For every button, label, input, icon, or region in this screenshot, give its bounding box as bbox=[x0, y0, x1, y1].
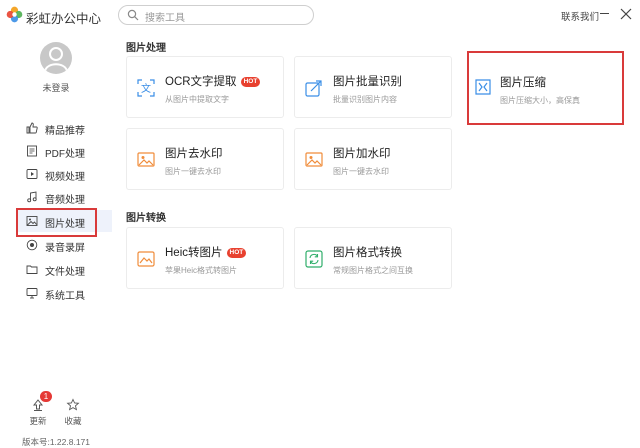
card-title: OCR文字提取 HOT bbox=[165, 73, 261, 89]
tool-card-format-convert[interactable]: 图片格式转换 常规图片格式之间互换 bbox=[294, 227, 452, 289]
tool-card-add-watermark[interactable]: 图片加水印 图片一键去水印 bbox=[294, 128, 452, 190]
update-button[interactable]: 更新 bbox=[26, 398, 50, 427]
sidebar-item-label: 图片处理 bbox=[45, 219, 85, 230]
card-title: Heic转图片 HOT bbox=[165, 244, 247, 260]
card-description: 图片一键去水印 bbox=[333, 167, 389, 176]
section-title-image-processing: 图片处理 bbox=[126, 43, 166, 54]
favorite-label: 收藏 bbox=[64, 416, 82, 426]
monitor-icon bbox=[26, 288, 38, 299]
app-logo-icon bbox=[6, 6, 23, 23]
tool-card-ocr[interactable]: 文 OCR文字提取 HOT 从图片中提取文字 bbox=[126, 56, 284, 118]
card-title: 图片格式转换 bbox=[333, 247, 402, 259]
heic-convert-icon bbox=[137, 251, 155, 267]
card-description: 苹果Heic格式转图片 bbox=[165, 266, 238, 275]
video-icon bbox=[26, 169, 38, 179]
image-icon bbox=[26, 216, 38, 226]
svg-text:文: 文 bbox=[141, 82, 151, 95]
hot-badge: HOT bbox=[226, 248, 247, 258]
tool-card-remove-watermark[interactable]: 图片去水印 图片一键去水印 bbox=[126, 128, 284, 190]
card-description: 批量识别图片内容 bbox=[333, 95, 397, 104]
record-icon bbox=[26, 239, 38, 251]
pdf-icon bbox=[27, 145, 37, 157]
batch-recognize-icon bbox=[305, 80, 322, 97]
star-icon bbox=[66, 398, 80, 411]
sidebar: 未登录 精品推荐 PDF处理 视频处理 音频处理 图片处理 录音录屏 文件处理 … bbox=[0, 30, 112, 448]
contact-us-link[interactable]: 联系我们 bbox=[561, 9, 599, 23]
sidebar-item-featured[interactable]: 精品推荐 bbox=[17, 117, 112, 139]
sidebar-item-label: 录音录屏 bbox=[45, 243, 85, 254]
card-title: 图片去水印 bbox=[165, 148, 223, 160]
sidebar-item-pdf[interactable]: PDF处理 bbox=[17, 140, 112, 162]
favorite-button[interactable]: 收藏 bbox=[61, 398, 85, 427]
sidebar-item-label: 文件处理 bbox=[45, 267, 85, 278]
update-badge: 1 bbox=[40, 391, 52, 402]
update-label: 更新 bbox=[29, 416, 47, 426]
folder-icon bbox=[26, 265, 38, 274]
sidebar-item-record[interactable]: 录音录屏 bbox=[17, 234, 112, 256]
music-note-icon bbox=[27, 191, 37, 203]
tool-card-batch-recognize[interactable]: 图片批量识别 批量识别图片内容 bbox=[294, 56, 452, 118]
tool-card-heic-convert[interactable]: Heic转图片 HOT 苹果Heic格式转图片 bbox=[126, 227, 284, 289]
card-description: 图片一键去水印 bbox=[165, 167, 221, 176]
sidebar-item-audio[interactable]: 音频处理 bbox=[17, 186, 112, 208]
card-description: 图片压缩大小，高保真 bbox=[500, 96, 580, 105]
card-title: 图片批量识别 bbox=[333, 76, 402, 88]
card-description: 从图片中提取文字 bbox=[165, 95, 229, 104]
sidebar-item-label: 精品推荐 bbox=[45, 126, 85, 137]
remove-watermark-icon bbox=[137, 152, 155, 167]
sidebar-item-label: 视频处理 bbox=[45, 172, 85, 183]
close-icon[interactable] bbox=[620, 8, 632, 20]
card-description: 常规图片格式之间互换 bbox=[333, 266, 413, 275]
card-title: 图片压缩 bbox=[500, 77, 546, 89]
sidebar-item-label: 系统工具 bbox=[45, 291, 85, 302]
hot-badge: HOT bbox=[240, 77, 261, 87]
minimize-button[interactable] bbox=[600, 13, 609, 14]
search-icon bbox=[127, 9, 139, 21]
thumbs-up-icon bbox=[26, 122, 38, 134]
sidebar-item-image[interactable]: 图片处理 bbox=[17, 210, 112, 232]
compress-icon bbox=[475, 79, 491, 95]
tool-card-compress[interactable]: 图片压缩 图片压缩大小，高保真 bbox=[468, 52, 626, 124]
add-watermark-icon bbox=[305, 152, 323, 167]
card-title: 图片加水印 bbox=[333, 148, 391, 160]
main-content: 图片处理 文 OCR文字提取 HOT 从图片中提取文字 图片批量识别 批量识别图片… bbox=[112, 30, 640, 448]
format-convert-icon bbox=[305, 250, 323, 268]
title-bar: 彩虹办公中心 搜索工具 联系我们 bbox=[0, 0, 640, 30]
search-placeholder: 搜索工具 bbox=[145, 13, 185, 24]
ocr-icon: 文 bbox=[137, 79, 155, 97]
section-title-image-conversion: 图片转换 bbox=[126, 213, 166, 224]
login-status[interactable]: 未登录 bbox=[0, 81, 112, 94]
sidebar-item-file[interactable]: 文件处理 bbox=[17, 258, 112, 280]
user-silhouette-icon bbox=[44, 47, 68, 72]
avatar[interactable] bbox=[40, 42, 72, 74]
search-input[interactable]: 搜索工具 bbox=[118, 5, 314, 25]
version-text: 版本号:1.22.8.171 bbox=[21, 437, 91, 447]
sidebar-item-system-tools[interactable]: 系统工具 bbox=[17, 282, 112, 304]
sidebar-item-label: 音频处理 bbox=[45, 195, 85, 206]
app-title: 彩虹办公中心 bbox=[26, 12, 102, 26]
sidebar-item-video[interactable]: 视频处理 bbox=[17, 163, 112, 185]
sidebar-item-label: PDF处理 bbox=[45, 149, 85, 160]
